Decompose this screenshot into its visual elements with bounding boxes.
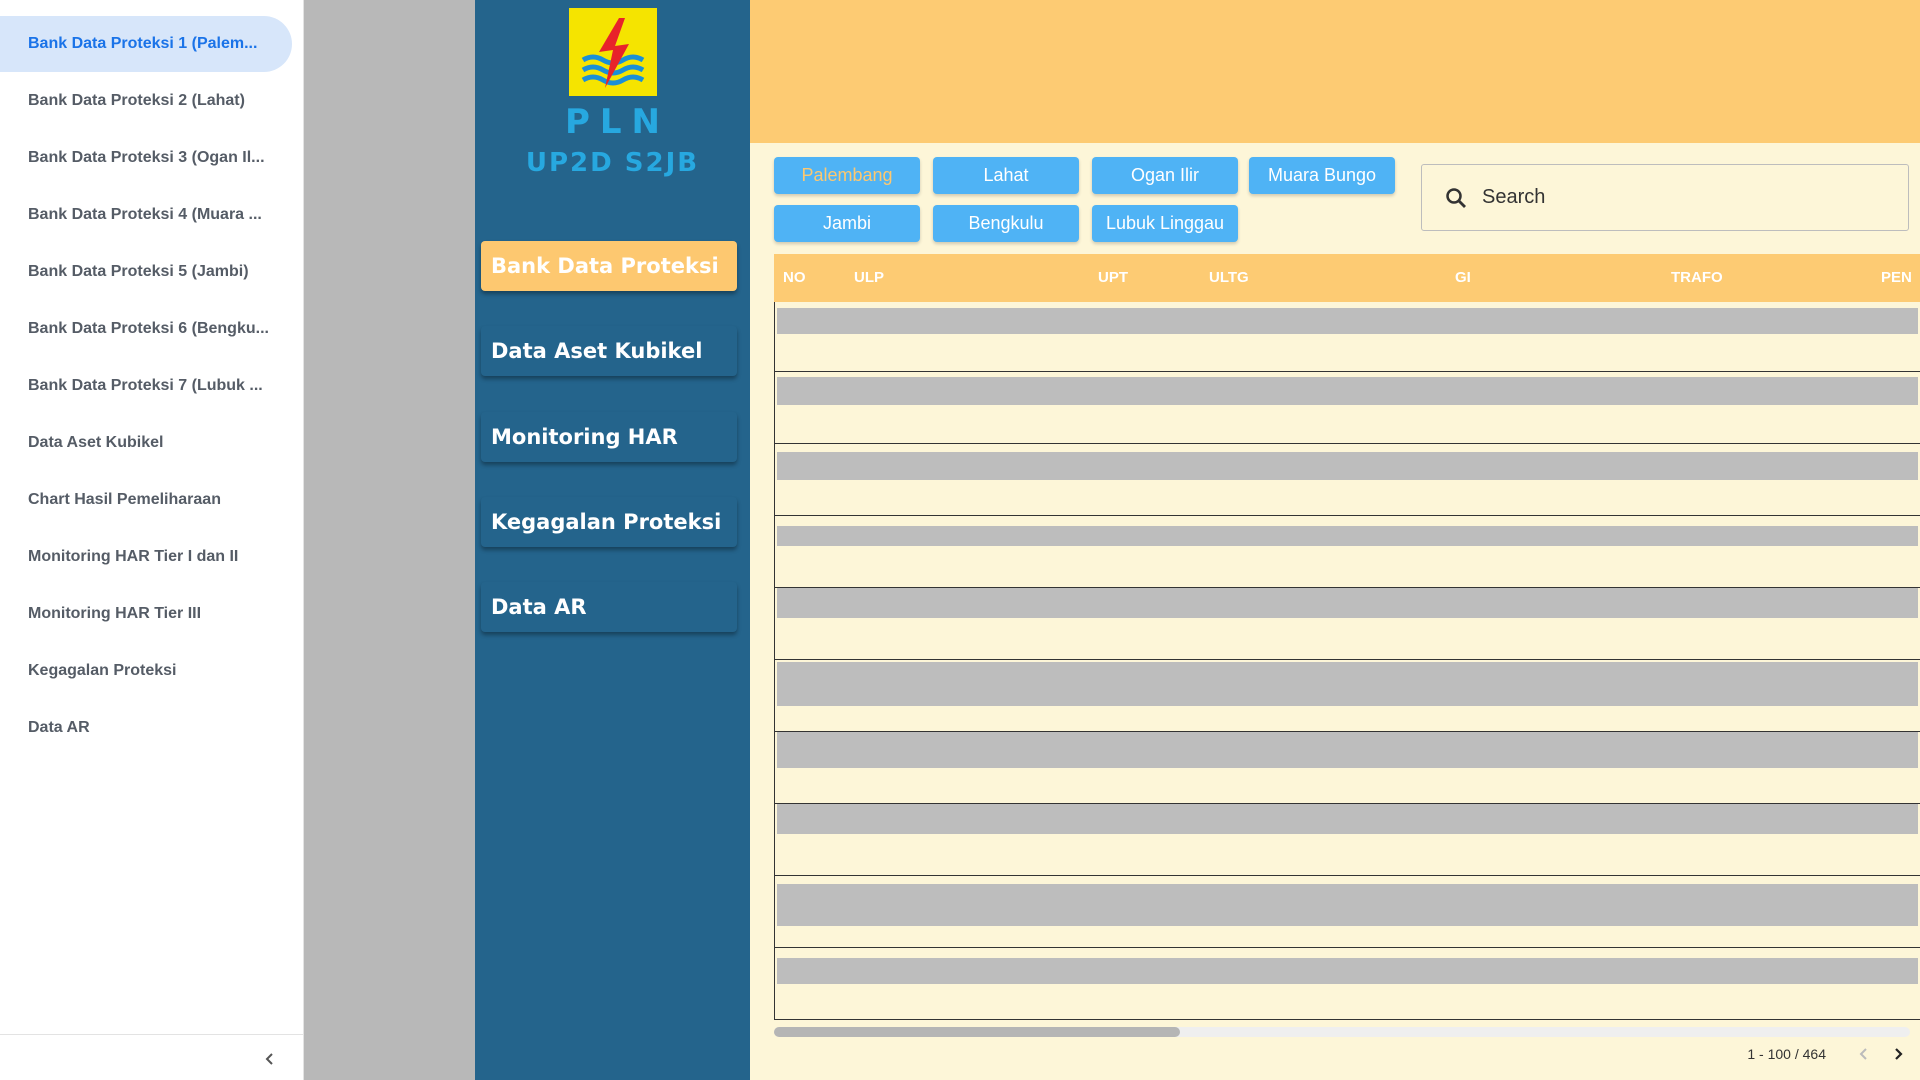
table-row[interactable]	[774, 588, 1920, 660]
table-header: NO ULP UPT ULTG GI TRAFO PEN	[774, 254, 1920, 302]
nav-item-chart-hasil-pemeliharaan[interactable]: Chart Hasil Pemeliharaan	[0, 472, 292, 528]
nav-footer	[0, 1034, 304, 1080]
nav-item-bank-data-proteksi-1[interactable]: Bank Data Proteksi 1 (Palem...	[0, 16, 292, 72]
row-redacted-band	[777, 662, 1918, 706]
table-row[interactable]	[774, 804, 1920, 876]
nav-item-bank-data-proteksi-2[interactable]: Bank Data Proteksi 2 (Lahat)	[0, 73, 292, 129]
pages-nav: Bank Data Proteksi 1 (Palem... Bank Data…	[0, 0, 304, 1080]
row-redacted-band	[777, 308, 1918, 334]
menu-label: Data AR	[491, 595, 587, 619]
canvas-gutter	[304, 0, 475, 1080]
chevron-right-icon	[1895, 1048, 1903, 1060]
nav-item-bank-data-proteksi-7[interactable]: Bank Data Proteksi 7 (Lubuk ...	[0, 358, 292, 414]
table-row[interactable]	[774, 660, 1920, 732]
pagination: 1 - 100 / 464	[1747, 1044, 1920, 1064]
row-redacted-band	[777, 884, 1918, 926]
nav-item-label: Bank Data Proteksi 6 (Bengku...	[28, 320, 269, 337]
page-range: 1 - 100 / 464	[1747, 1046, 1826, 1062]
table-row[interactable]	[774, 732, 1920, 804]
nav-item-bank-data-proteksi-6[interactable]: Bank Data Proteksi 6 (Bengku...	[0, 301, 292, 357]
row-redacted-band	[777, 804, 1918, 834]
row-redacted-band	[777, 958, 1918, 984]
previous-page-button[interactable]	[1852, 1042, 1876, 1066]
nav-item-label: Bank Data Proteksi 7 (Lubuk ...	[28, 377, 263, 394]
scrollbar-thumb[interactable]	[774, 1027, 1180, 1037]
menu-label: Monitoring HAR	[491, 425, 678, 449]
nav-item-label: Bank Data Proteksi 2 (Lahat)	[28, 92, 245, 109]
nav-item-label: Bank Data Proteksi 5 (Jambi)	[28, 263, 249, 280]
nav-item-kegagalan-proteksi[interactable]: Kegagalan Proteksi	[0, 643, 292, 699]
table-row[interactable]	[774, 516, 1920, 588]
row-redacted-band	[777, 452, 1918, 480]
nav-item-label: Bank Data Proteksi 1 (Palem...	[28, 35, 258, 52]
nav-item-label: Monitoring HAR Tier III	[28, 605, 202, 622]
table-row[interactable]	[774, 876, 1920, 948]
data-table: NO ULP UPT ULTG GI TRAFO PEN	[774, 254, 1920, 1028]
column-header-ulp[interactable]: ULP	[854, 269, 884, 286]
nav-item-bank-data-proteksi-5[interactable]: Bank Data Proteksi 5 (Jambi)	[0, 244, 292, 300]
chevron-left-icon	[1859, 1048, 1867, 1060]
app-menu: PLN UP2D S2JB Bank Data Proteksi Data As…	[475, 0, 750, 1080]
menu-label: Bank Data Proteksi	[491, 254, 719, 278]
menu-label: Kegagalan Proteksi	[491, 510, 722, 534]
column-header-ultg[interactable]: ULTG	[1209, 269, 1249, 286]
column-header-pen[interactable]: PEN	[1881, 269, 1912, 286]
nav-item-label: Data Aset Kubikel	[28, 434, 164, 451]
menu-bank-data-proteksi-button[interactable]: Bank Data Proteksi	[481, 241, 737, 291]
table-row[interactable]	[774, 948, 1920, 1020]
filter-ogan-ilir-button[interactable]: Ogan Ilir	[1092, 157, 1238, 194]
menu-data-aset-kubikel-button[interactable]: Data Aset Kubikel	[481, 326, 737, 376]
search-input[interactable]	[1482, 186, 1882, 209]
nav-item-bank-data-proteksi-3[interactable]: Bank Data Proteksi 3 (Ogan Il...	[0, 130, 292, 186]
column-header-upt[interactable]: UPT	[1098, 269, 1128, 286]
brand-unit: UP2D S2JB	[525, 148, 700, 178]
nav-item-monitoring-har-tier-3[interactable]: Monitoring HAR Tier III	[0, 586, 292, 642]
column-header-no[interactable]: NO	[783, 269, 806, 286]
column-header-trafo[interactable]: TRAFO	[1671, 269, 1723, 286]
filter-muara-bungo-button[interactable]: Muara Bungo	[1249, 157, 1395, 194]
horizontal-scrollbar[interactable]	[774, 1027, 1910, 1037]
nav-item-data-aset-kubikel[interactable]: Data Aset Kubikel	[0, 415, 292, 471]
nav-item-bank-data-proteksi-4[interactable]: Bank Data Proteksi 4 (Muara ...	[0, 187, 292, 243]
table-row[interactable]	[774, 302, 1920, 372]
filter-bengkulu-button[interactable]: Bengkulu	[933, 205, 1079, 242]
collapse-nav-button[interactable]	[258, 1047, 282, 1071]
app-root: Bank Data Proteksi 1 (Palem... Bank Data…	[0, 0, 1920, 1080]
next-page-button[interactable]	[1886, 1042, 1910, 1066]
chevron-left-icon	[265, 1053, 273, 1065]
nav-item-monitoring-har-tier-1-2[interactable]: Monitoring HAR Tier I dan II	[0, 529, 292, 585]
menu-data-ar-button[interactable]: Data AR	[481, 582, 737, 632]
table-row[interactable]	[774, 372, 1920, 444]
menu-label: Data Aset Kubikel	[491, 339, 703, 363]
row-redacted-band	[777, 588, 1918, 618]
main-content: Palembang Lahat Ogan Ilir Muara Bungo Ja…	[750, 0, 1920, 1080]
filter-jambi-button[interactable]: Jambi	[774, 205, 920, 242]
nav-item-label: Kegagalan Proteksi	[28, 662, 177, 679]
filter-lubuk-linggau-button[interactable]: Lubuk Linggau	[1092, 205, 1238, 242]
nav-item-label: Monitoring HAR Tier I dan II	[28, 548, 239, 565]
pln-logo-icon	[569, 8, 657, 96]
row-redacted-band	[777, 526, 1918, 546]
nav-item-data-ar[interactable]: Data AR	[0, 700, 292, 756]
brand-name: PLN	[564, 102, 671, 142]
nav-item-label: Bank Data Proteksi 3 (Ogan Il...	[28, 149, 265, 166]
nav-item-label: Data AR	[28, 719, 90, 736]
header-banner	[750, 0, 1920, 143]
table-row[interactable]	[774, 444, 1920, 516]
row-redacted-band	[777, 732, 1918, 768]
column-header-gi[interactable]: GI	[1455, 269, 1471, 286]
search-icon	[1446, 187, 1466, 208]
filter-palembang-button[interactable]: Palembang	[774, 157, 920, 194]
nav-item-label: Bank Data Proteksi 4 (Muara ...	[28, 206, 262, 223]
nav-item-label: Chart Hasil Pemeliharaan	[28, 491, 221, 508]
row-redacted-band	[777, 377, 1918, 405]
search-field[interactable]	[1421, 164, 1909, 231]
menu-kegagalan-proteksi-button[interactable]: Kegagalan Proteksi	[481, 497, 737, 547]
filter-lahat-button[interactable]: Lahat	[933, 157, 1079, 194]
menu-monitoring-har-button[interactable]: Monitoring HAR	[481, 412, 737, 462]
